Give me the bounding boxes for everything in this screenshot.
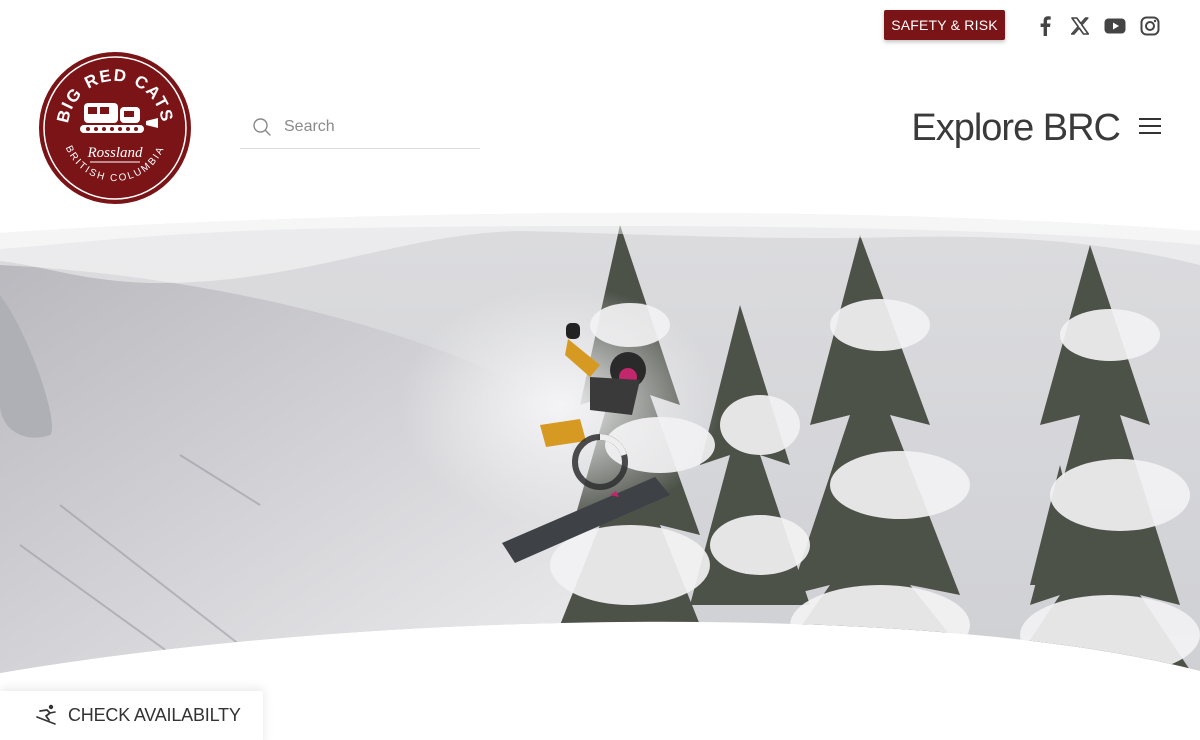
search-input[interactable] [284,114,474,140]
youtube-icon[interactable] [1103,14,1127,38]
skier-icon [36,704,56,725]
safety-risk-button[interactable]: SAFETY & RISK [884,10,1005,40]
search-box[interactable] [240,108,480,149]
big-red-cats-logo[interactable]: BIG RED CATS BRITISH COLUMBIA Rossland [38,51,192,205]
hamburger-menu-icon[interactable] [1139,118,1161,136]
search-icon [253,118,271,136]
check-availability-button[interactable]: CHECK AVAILABILTY [0,691,263,740]
x-icon[interactable] [1068,14,1092,38]
explore-brc-link[interactable]: Explore BRC [911,106,1121,150]
svg-text:Rossland: Rossland [86,145,143,161]
facebook-icon[interactable] [1033,14,1057,38]
hero-image [0,205,1200,685]
instagram-icon[interactable] [1138,14,1162,38]
check-availability-label: CHECK AVAILABILTY [68,704,241,725]
